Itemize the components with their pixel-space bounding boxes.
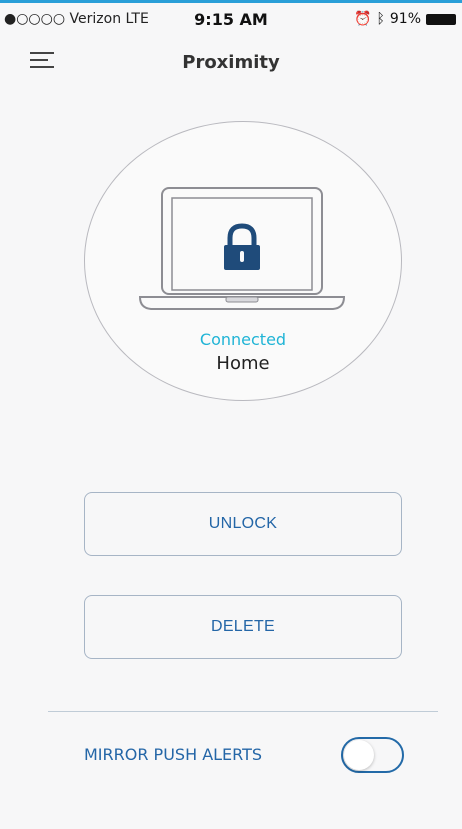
battery-percent: 91% (389, 11, 421, 27)
status-indicators: ⏰ ᛒ 91% (349, 11, 456, 27)
bluetooth-icon: ᛒ (376, 11, 385, 27)
device-name: Home (216, 353, 270, 374)
battery-icon (426, 13, 456, 25)
mirror-push-alerts-toggle[interactable] (341, 737, 404, 773)
mirror-push-alerts-label: MIRROR PUSH ALERTS (84, 745, 263, 764)
device-status-label: Connected (199, 330, 287, 349)
navigation-bar: Proximity (0, 40, 462, 84)
unlock-button[interactable]: UNLOCK (84, 492, 402, 556)
laptop-lock-icon (138, 187, 346, 310)
status-bar: ●○○○○ Verizon LTE 9:15 AM ⏰ ᛒ 91% (0, 3, 462, 33)
delete-button[interactable]: DELETE (84, 595, 402, 659)
page-title: Proximity (182, 52, 280, 73)
toggle-knob (344, 740, 374, 770)
alarm-clock-icon: ⏰ (354, 11, 372, 27)
section-divider (48, 711, 438, 712)
